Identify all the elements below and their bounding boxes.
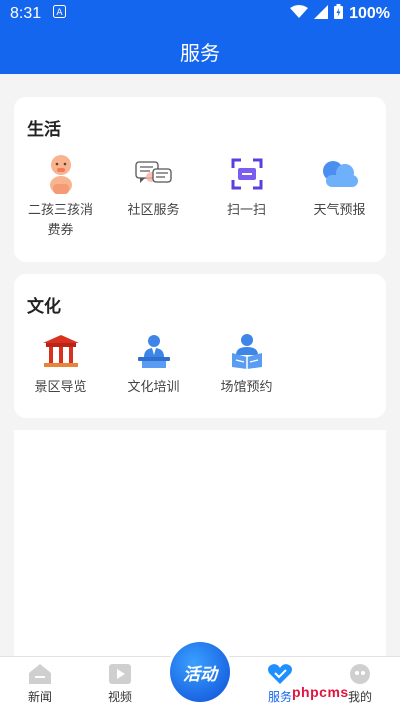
life-grid: 二孩三孩消费券 社区服务 扫一扫 天气预报 xyxy=(14,153,386,240)
tab-label: 新闻 xyxy=(27,690,52,704)
service-item-venue-booking[interactable]: 场馆预约 xyxy=(200,330,293,397)
status-bar: 8:31 A 100% xyxy=(0,0,400,28)
service-item-scan[interactable]: 扫一扫 xyxy=(200,153,293,240)
service-item-label: 扫一扫 xyxy=(226,202,266,217)
app-header: 服务 xyxy=(0,28,400,74)
service-item-label: 景区导览 xyxy=(34,379,87,394)
battery-percent: 100% xyxy=(349,5,390,22)
tab-label: 我的 xyxy=(347,690,372,704)
user-icon xyxy=(347,663,373,685)
service-item-label: 社区服务 xyxy=(127,202,180,217)
culture-section-card: 文化 景区导览 文化培训 场馆预约 xyxy=(14,274,386,418)
watermark: phpcms xyxy=(292,684,349,700)
service-item-weather[interactable]: 天气预报 xyxy=(293,153,386,240)
lecturer-icon xyxy=(133,330,175,372)
video-icon xyxy=(107,663,133,685)
tab-video[interactable]: 视频 xyxy=(80,657,160,711)
service-item-label: 二孩三孩消费券 xyxy=(27,202,93,237)
cloud-icon xyxy=(319,153,361,195)
pavilion-icon xyxy=(40,330,82,372)
page-title: 服务 xyxy=(180,42,220,65)
tab-label: 服务 xyxy=(267,690,292,704)
life-section-title: 生活 xyxy=(27,120,61,139)
svg-text:A: A xyxy=(57,8,64,18)
battery-icon xyxy=(334,4,344,24)
activity-button[interactable]: 活动 xyxy=(167,639,233,705)
scan-icon xyxy=(226,153,268,195)
tab-news[interactable]: 新闻 xyxy=(0,657,80,711)
reader-icon xyxy=(226,330,268,372)
home-icon xyxy=(27,663,53,685)
activity-button-label: 活动 xyxy=(170,642,230,702)
service-item-community[interactable]: 社区服务 xyxy=(107,153,200,240)
service-item-label: 天气预报 xyxy=(313,202,366,217)
content-placeholder xyxy=(14,430,386,656)
status-time: 8:31 xyxy=(10,5,42,22)
culture-grid: 景区导览 文化培训 场馆预约 xyxy=(14,330,386,397)
signal-icon xyxy=(314,4,329,24)
service-item-scenic-guide[interactable]: 景区导览 xyxy=(14,330,107,397)
heart-icon xyxy=(267,663,293,685)
baby-icon xyxy=(40,153,82,195)
culture-section-title: 文化 xyxy=(27,297,61,316)
service-item-label: 文化培训 xyxy=(127,379,180,394)
life-section-card: 生活 二孩三孩消费券 社区服务 扫一扫 天气预报 xyxy=(14,97,386,262)
wifi-icon xyxy=(290,4,309,24)
service-item-baby-voucher[interactable]: 二孩三孩消费券 xyxy=(14,153,107,240)
service-item-culture-training[interactable]: 文化培训 xyxy=(107,330,200,397)
tab-label: 视频 xyxy=(107,690,132,704)
notification-icon: A xyxy=(53,5,67,23)
service-item-label: 场馆预约 xyxy=(220,379,273,394)
chat-icon xyxy=(133,153,175,195)
